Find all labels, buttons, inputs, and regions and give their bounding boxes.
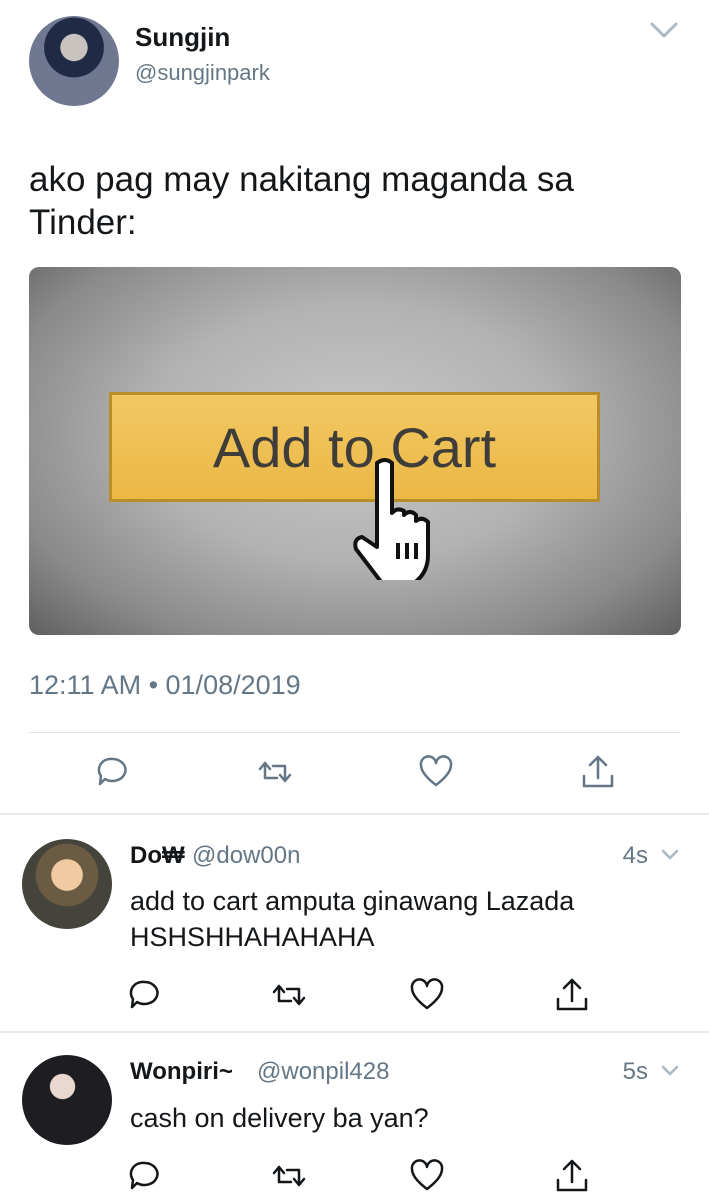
reply-author-name[interactable]: Do₩: [130, 842, 185, 870]
like-icon[interactable]: [409, 977, 445, 1013]
author-avatar[interactable]: [29, 16, 119, 106]
reply-author-avatar[interactable]: [22, 839, 112, 929]
retweet-icon[interactable]: [271, 1158, 307, 1194]
like-icon[interactable]: [409, 1158, 445, 1194]
reply-icon[interactable]: [127, 1158, 163, 1194]
reply-author-name[interactable]: Wonpiri~: [130, 1058, 233, 1086]
author-handle[interactable]: @sungjinpark: [135, 60, 270, 86]
share-icon[interactable]: [554, 1158, 590, 1194]
reply-actions: [0, 977, 709, 1017]
retweet-icon[interactable]: [257, 754, 293, 790]
reply-icon[interactable]: [95, 754, 131, 790]
chevron-down-icon[interactable]: [661, 1062, 679, 1080]
reply-actions: [0, 1158, 709, 1198]
reply-icon[interactable]: [127, 977, 163, 1013]
author-name[interactable]: Sungjin: [135, 22, 230, 53]
reply-author-handle[interactable]: @wonpil428: [257, 1058, 389, 1086]
section-separator: [0, 813, 709, 815]
reply-text: add to cart amputa ginawang Lazada HSHSH…: [130, 886, 575, 952]
section-separator: [0, 1031, 709, 1033]
like-icon[interactable]: [418, 754, 454, 790]
chevron-down-icon[interactable]: [649, 20, 679, 40]
tweet-media-image[interactable]: Add to Cart: [29, 267, 681, 635]
reply-author-avatar[interactable]: [22, 1055, 112, 1145]
main-tweet: Sungjin @sungjinpark ako pag may nakitan…: [0, 0, 709, 815]
divider: [29, 732, 680, 733]
hand-cursor-icon: [353, 458, 430, 580]
tweet-actions: [0, 754, 709, 794]
reply-author-handle[interactable]: @dow00n: [192, 842, 300, 870]
tweet-text: ako pag may nakitang maganda sa Tinder:: [29, 160, 574, 242]
retweet-icon[interactable]: [271, 977, 307, 1013]
share-icon[interactable]: [580, 754, 616, 790]
reply-time[interactable]: 4s: [623, 842, 648, 870]
tweet-timestamp[interactable]: 12:11 AM • 01/08/2019: [29, 670, 301, 701]
chevron-down-icon[interactable]: [661, 846, 679, 864]
share-icon[interactable]: [554, 977, 590, 1013]
reply-text: cash on delivery ba yan?: [130, 1103, 429, 1133]
reply-time[interactable]: 5s: [623, 1058, 648, 1086]
